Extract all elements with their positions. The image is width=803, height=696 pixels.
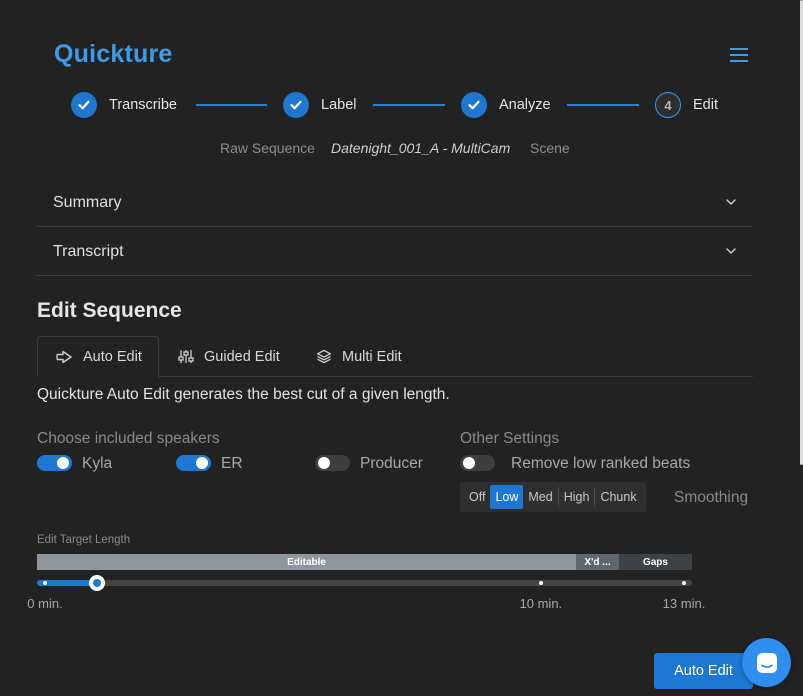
other-settings-title: Other Settings: [460, 430, 560, 447]
speaker-label: Producer: [360, 455, 423, 472]
breadcrumb-sequence-name: Datenight_001_A - MultiCam: [331, 140, 511, 156]
remove-low-ranked-label: Remove low ranked beats: [511, 455, 691, 472]
step-number-badge: 4: [655, 92, 681, 118]
target-length-label: Edit Target Length: [37, 534, 131, 546]
check-icon: [71, 92, 97, 118]
speaker-toggle-producer[interactable]: [315, 455, 350, 471]
tab-guided-edit[interactable]: Guided Edit: [160, 336, 298, 377]
progress-stepper: Transcribe Label Analyze 4 Edit: [0, 92, 803, 118]
check-icon: [283, 92, 309, 118]
smoothing-label: Smoothing: [674, 489, 749, 506]
chevron-down-icon: [726, 248, 736, 254]
smoothing-selector: Off Low Med High Chunk: [460, 482, 646, 512]
chat-support-button[interactable]: [742, 638, 791, 687]
slider-handle[interactable]: [89, 575, 106, 591]
tab-auto-edit[interactable]: Auto Edit: [37, 336, 159, 377]
app-logo: Quickture: [54, 40, 173, 68]
slider-track: [37, 580, 692, 586]
smoothing-option-med[interactable]: Med: [523, 485, 557, 509]
step-edit[interactable]: Edit: [693, 97, 718, 113]
smoothing-option-chunk[interactable]: Chunk: [595, 485, 641, 509]
step-transcribe[interactable]: Transcribe: [109, 97, 177, 113]
speaker-label: ER: [221, 455, 243, 472]
check-icon: [461, 92, 487, 118]
tab-multi-edit[interactable]: Multi Edit: [298, 336, 428, 377]
tab-label: Guided Edit: [204, 348, 280, 365]
slider-mark-label: 10 min.: [519, 596, 563, 611]
transcript-accordion[interactable]: Transcript: [37, 227, 753, 276]
step-connector: [196, 104, 267, 106]
summary-accordion[interactable]: Summary: [37, 178, 753, 227]
sliders-icon: [178, 350, 194, 363]
slider-mark: [682, 581, 686, 585]
breakdown-segment: X'd ...: [576, 554, 619, 570]
speaker-label: Kyla: [82, 455, 113, 472]
auto-edit-description: Quickture Auto Edit generates the best c…: [37, 386, 450, 403]
accordion-title: Transcript: [53, 243, 124, 260]
slider-mark-label: 0 min.: [27, 596, 63, 611]
hamburger-menu-icon[interactable]: [730, 48, 748, 62]
section-title: Edit Sequence: [37, 299, 182, 322]
tab-label: Multi Edit: [342, 348, 402, 365]
tab-label: Auto Edit: [83, 348, 142, 365]
speaker-toggle-kyla[interactable]: [37, 455, 72, 471]
edit-mode-tabs: Auto Edit Guided Edit Multi Edit: [37, 336, 753, 377]
layers-icon: [316, 349, 332, 364]
accordion-title: Summary: [53, 194, 122, 211]
arrow-right-icon: [56, 350, 72, 363]
breadcrumb-raw-sequence: Raw Sequence: [220, 140, 315, 156]
target-length-slider[interactable]: [37, 575, 692, 591]
step-connector: [567, 104, 639, 106]
step-label[interactable]: Label: [321, 97, 356, 113]
smoothing-option-off[interactable]: Off: [464, 485, 490, 509]
chat-icon: [756, 652, 777, 673]
step-analyze[interactable]: Analyze: [499, 97, 551, 113]
speakers-group-title: Choose included speakers: [37, 430, 220, 447]
smoothing-option-low[interactable]: Low: [490, 485, 524, 509]
slider-mark: [538, 581, 543, 585]
smoothing-option-high[interactable]: High: [559, 485, 595, 509]
breadcrumb-scene: Scene: [530, 140, 570, 156]
breakdown-segment: Editable: [37, 554, 577, 570]
auto-edit-button[interactable]: Auto Edit: [654, 653, 753, 689]
slider-mark-label: 13 min.: [662, 596, 706, 611]
speaker-toggle-er[interactable]: [176, 455, 211, 471]
remove-low-ranked-toggle[interactable]: [460, 455, 495, 471]
chevron-down-icon: [726, 199, 736, 205]
slider-mark: [43, 581, 47, 585]
content-breakdown-bar: Editable X'd ... Gaps: [37, 554, 692, 570]
step-connector: [373, 104, 445, 106]
breakdown-segment: Gaps: [618, 554, 692, 570]
